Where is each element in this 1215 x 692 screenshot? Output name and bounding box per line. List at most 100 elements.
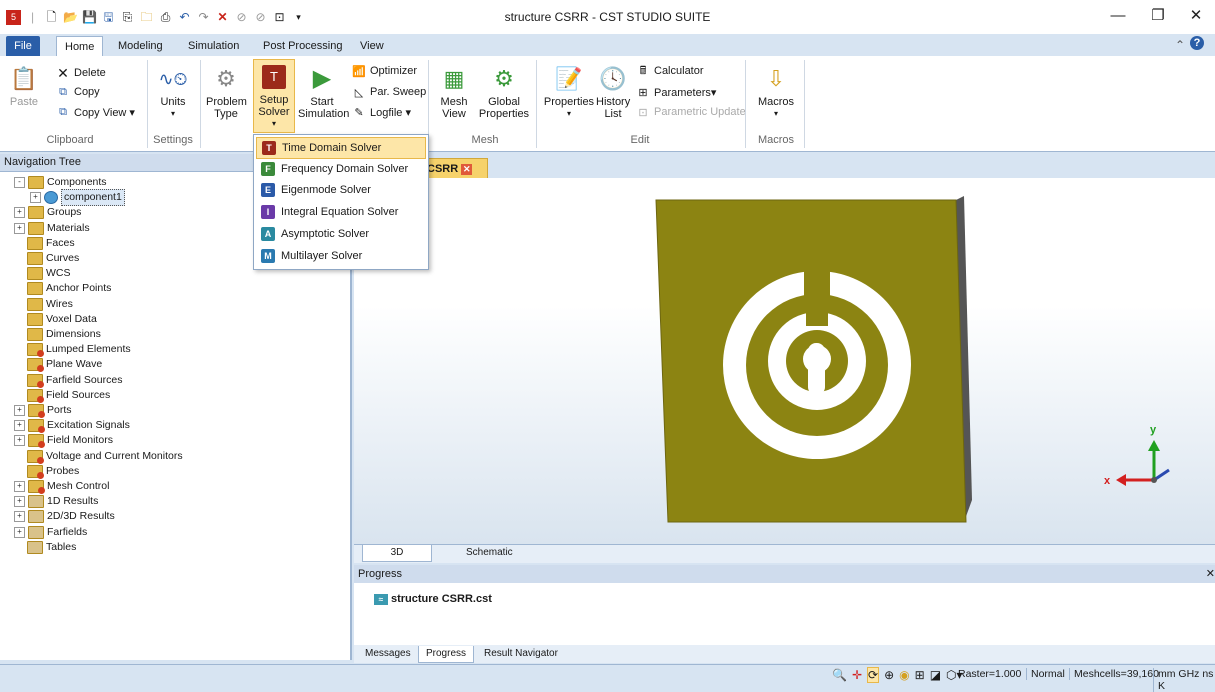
menu-item-solver[interactable]: F Frequency Domain Solver <box>256 159 426 179</box>
expand-icon[interactable]: + <box>14 511 25 523</box>
setup-solver-button[interactable]: T Setup Solver ▾ <box>253 59 295 133</box>
parametric-update-button[interactable]: ⊡ Parametric Update <box>636 103 745 121</box>
folder-icon <box>27 358 44 373</box>
expand-icon[interactable]: + <box>14 526 25 538</box>
material-icon[interactable]: ◪ <box>930 668 941 682</box>
tree-item[interactable]: +2D/3D Results <box>14 509 115 524</box>
calculator-button[interactable]: 🖩 Calculator <box>636 62 704 80</box>
close-icon[interactable]: ✕ <box>1176 4 1215 28</box>
folder-icon <box>27 449 44 464</box>
reset-view-icon[interactable]: ◉ <box>899 668 909 682</box>
copy-label: Copy <box>74 86 100 98</box>
menu-item-solver[interactable]: E Eigenmode Solver <box>256 180 426 200</box>
tree-item[interactable]: Lumped Elements <box>14 342 131 358</box>
tab-file[interactable]: File <box>6 36 40 56</box>
menu-item-solver[interactable]: M Multilayer Solver <box>256 246 426 266</box>
copy-button[interactable]: ⧉ Copy <box>56 83 100 101</box>
tab-home[interactable]: Home <box>56 36 104 58</box>
global-properties-button[interactable]: ⚙ Global Properties <box>478 62 530 121</box>
csrr-ring <box>723 270 911 459</box>
tree-item[interactable]: Voltage and Current Monitors <box>14 449 183 464</box>
tab-progress[interactable]: Progress <box>418 646 475 663</box>
properties-button[interactable]: 📝 Properties ▾ <box>541 62 597 120</box>
tree-item[interactable]: WCS <box>14 266 71 281</box>
copy-view-button[interactable]: ⧉ Copy View ▾ <box>56 103 135 121</box>
menu-item-solver[interactable]: A Asymptotic Solver <box>256 224 426 244</box>
minimize-ribbon-icon[interactable]: ⌃ <box>1175 38 1185 52</box>
close-panel-icon[interactable]: ✕ <box>1206 565 1215 583</box>
delete-button[interactable]: ✕ Delete <box>56 64 106 82</box>
expand-icon[interactable]: + <box>14 222 25 234</box>
tab-schematic[interactable]: Schematic <box>456 545 523 561</box>
par-sweep-icon: ◺ <box>354 86 364 99</box>
tab-modeling[interactable]: Modeling <box>110 36 171 56</box>
tree-item[interactable]: + Materials <box>14 221 90 236</box>
close-tab-icon[interactable]: ✕ <box>461 163 473 175</box>
zoom-icon[interactable]: 🔍 <box>832 668 847 682</box>
parameters-button[interactable]: ⊞ Parameters▾ <box>636 83 716 101</box>
tab-simulation[interactable]: Simulation <box>180 36 247 56</box>
help-icon[interactable]: ? <box>1190 36 1204 50</box>
tree-item[interactable]: + component1 <box>30 189 125 207</box>
tree-item[interactable]: + Farfields <box>14 525 87 540</box>
tab-3d[interactable]: 3D <box>362 545 432 562</box>
tab-view[interactable]: View <box>352 36 392 56</box>
tree-item[interactable]: Voxel Data <box>14 312 97 327</box>
tab-document[interactable]: CSRR ✕ <box>420 158 488 180</box>
rotate-icon[interactable]: ⟳ <box>867 667 880 683</box>
paste-button[interactable]: 📋 Paste <box>6 62 42 109</box>
collapse-icon[interactable]: - <box>14 177 25 188</box>
mesh-view-button[interactable]: ▦ Mesh View <box>436 62 472 121</box>
expand-icon[interactable]: + <box>14 207 25 219</box>
grid-icon[interactable]: ⊞ <box>915 668 925 682</box>
units-dropdown-icon: ▾ <box>170 109 175 118</box>
tree-item[interactable]: Wires <box>14 297 73 312</box>
restore-icon[interactable]: ❐ <box>1138 4 1178 28</box>
tree-item[interactable]: Curves <box>14 251 79 266</box>
optimizer-button[interactable]: 📶 Optimizer <box>352 62 417 80</box>
tab-result-navigator[interactable]: Result Navigator <box>477 646 565 662</box>
tree-item[interactable]: + Excitation Signals <box>14 418 130 434</box>
solver-icon: T <box>262 141 276 155</box>
tree-item[interactable]: +1D Results <box>14 494 98 509</box>
menu-item-solver[interactable]: I Integral Equation Solver <box>256 202 426 222</box>
expand-icon[interactable]: + <box>30 192 41 204</box>
3d-viewport[interactable]: x y <box>354 178 1215 544</box>
tree-item[interactable]: + Mesh Control <box>14 479 109 494</box>
optimizer-label: Optimizer <box>370 65 418 77</box>
tree-item-label: Faces <box>46 236 75 249</box>
tree-item[interactable]: + Groups <box>14 205 81 220</box>
expand-icon[interactable]: + <box>14 405 25 416</box>
expand-icon[interactable]: + <box>14 481 25 492</box>
tree-item[interactable]: Farfield Sources <box>14 373 122 388</box>
history-list-button[interactable]: 🕓 History List <box>596 62 630 121</box>
tab-messages[interactable]: Messages <box>358 646 418 662</box>
zoom-to-fit-icon[interactable]: ⊕ <box>884 668 894 682</box>
tree-item[interactable]: Anchor Points <box>14 281 111 296</box>
expand-icon[interactable]: + <box>14 496 25 508</box>
tree-item[interactable]: + Ports <box>14 403 72 418</box>
tree-item[interactable]: + Field Monitors <box>14 433 113 449</box>
macros-button[interactable]: ⇩ Macros ▾ <box>752 62 800 120</box>
tree-item[interactable]: Plane Wave <box>14 357 102 373</box>
tree-item[interactable]: Tables <box>14 540 76 555</box>
menu-item-solver[interactable]: T Time Domain Solver <box>256 137 426 159</box>
start-simulation-button[interactable]: ▶ Start Simulation <box>298 62 349 121</box>
folder-icon <box>27 297 43 311</box>
units-button[interactable]: ∿⏲ Units ▾ <box>153 62 193 120</box>
global-properties-icon: ⚙ <box>494 66 514 91</box>
pan-icon[interactable]: ✛ <box>852 668 862 682</box>
expand-icon[interactable]: + <box>14 435 25 447</box>
progress-entry[interactable]: ≈ structure CSRR.cst <box>374 593 492 605</box>
tree-item[interactable]: Dimensions <box>14 327 101 342</box>
tree-item[interactable]: - Components <box>14 175 107 190</box>
logfile-button[interactable]: ✎ Logfile ▾ <box>352 103 411 121</box>
tab-post-processing[interactable]: Post Processing <box>255 36 350 56</box>
minimize-icon[interactable]: — <box>1098 4 1138 28</box>
problem-type-button[interactable]: ⚙ Problem Type <box>206 62 247 121</box>
tree-item[interactable]: Field Sources <box>14 388 110 403</box>
expand-icon[interactable]: + <box>14 420 25 432</box>
tree-item[interactable]: Faces <box>14 236 75 251</box>
tree-item[interactable]: Probes <box>14 464 79 479</box>
par-sweep-button[interactable]: ◺ Par. Sweep <box>352 83 427 101</box>
